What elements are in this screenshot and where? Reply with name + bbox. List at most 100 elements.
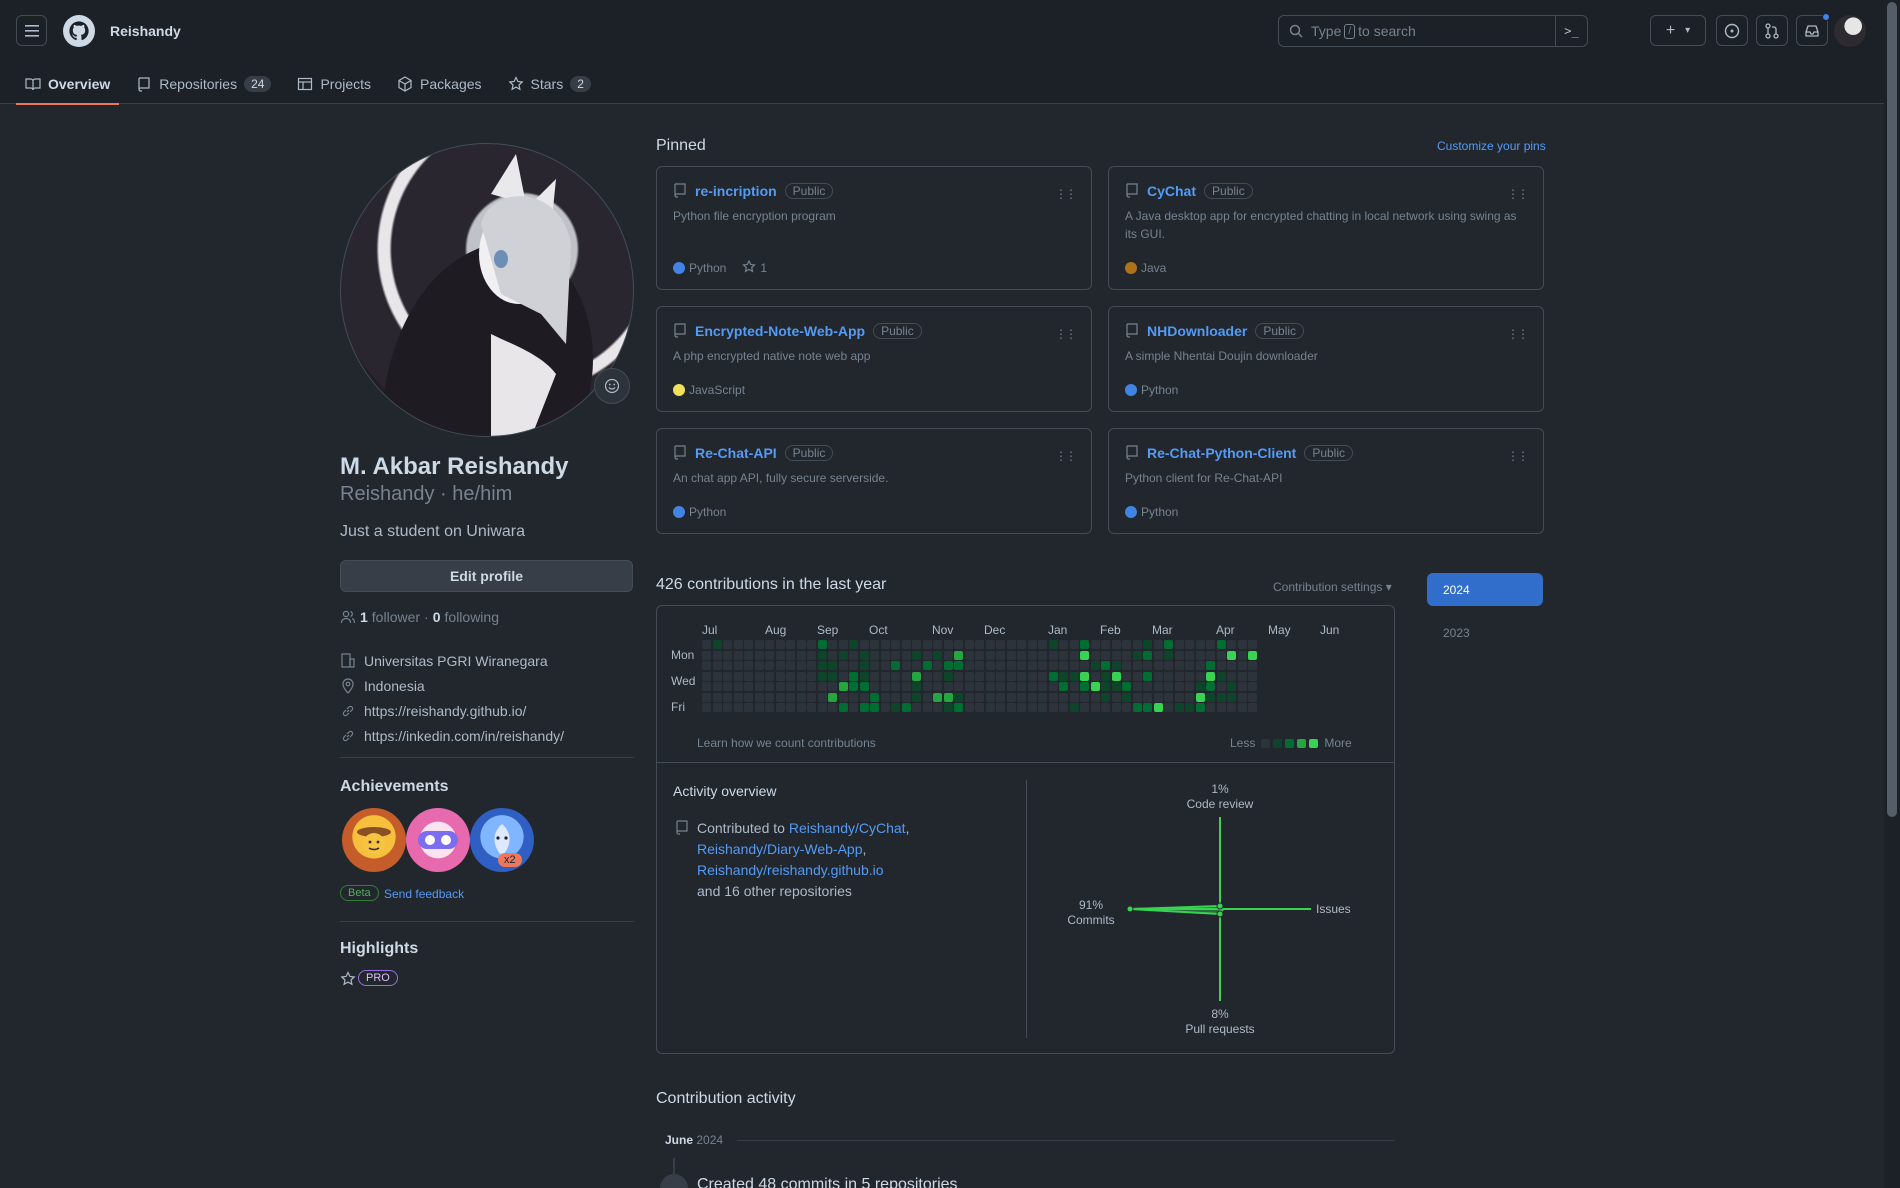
- contribution-day-cell[interactable]: [1195, 703, 1205, 712]
- contribution-day-cell[interactable]: [807, 671, 816, 681]
- contribution-day-cell[interactable]: [775, 650, 785, 660]
- contribution-day-cell[interactable]: [1248, 682, 1257, 691]
- contribution-day-cell[interactable]: [880, 692, 890, 702]
- contribution-day-cell[interactable]: [1038, 703, 1047, 712]
- contribution-day-cell[interactable]: [996, 703, 1005, 712]
- issues-button[interactable]: [1716, 15, 1748, 46]
- contribution-day-cell[interactable]: [1069, 671, 1079, 681]
- contribution-day-cell[interactable]: [943, 661, 953, 670]
- contribution-day-cell[interactable]: [807, 703, 816, 712]
- github-logo-icon[interactable]: [63, 15, 95, 47]
- contribution-day-cell[interactable]: [901, 703, 911, 712]
- set-status-button[interactable]: [594, 368, 630, 404]
- contribution-day-cell[interactable]: [775, 682, 785, 691]
- context-username[interactable]: Reishandy: [110, 23, 181, 39]
- contribution-day-cell[interactable]: [1206, 661, 1215, 670]
- contribution-day-cell[interactable]: [817, 640, 827, 649]
- contribution-day-cell[interactable]: [1059, 661, 1068, 670]
- command-palette-icon[interactable]: >_: [1555, 15, 1587, 47]
- contribution-day-cell[interactable]: [796, 692, 806, 702]
- contribution-day-cell[interactable]: [933, 671, 942, 681]
- contribution-day-cell[interactable]: [786, 671, 795, 681]
- contribution-day-cell[interactable]: [1185, 692, 1194, 702]
- contribution-day-cell[interactable]: [786, 640, 795, 649]
- contribution-day-cell[interactable]: [1237, 650, 1247, 660]
- contribution-day-cell[interactable]: [828, 682, 837, 691]
- contribution-day-cell[interactable]: [1017, 640, 1026, 649]
- contribution-day-cell[interactable]: [1237, 692, 1247, 702]
- contribution-day-cell[interactable]: [712, 703, 722, 712]
- contribution-day-cell[interactable]: [1027, 692, 1037, 702]
- contribution-day-cell[interactable]: [1164, 671, 1173, 681]
- contribution-day-cell[interactable]: [891, 692, 900, 702]
- contribution-day-cell[interactable]: [912, 640, 921, 649]
- contribution-day-cell[interactable]: [765, 692, 774, 702]
- tab-repositories[interactable]: Repositories 24: [127, 64, 280, 104]
- drag-handle-icon[interactable]: ⋮⋮: [1507, 449, 1529, 463]
- contribution-day-cell[interactable]: [1132, 671, 1142, 681]
- contribution-day-cell[interactable]: [1185, 703, 1194, 712]
- contribution-day-cell[interactable]: [849, 671, 858, 681]
- contribution-day-cell[interactable]: [1101, 671, 1110, 681]
- contribution-day-cell[interactable]: [1090, 640, 1100, 649]
- contribution-day-cell[interactable]: [1038, 661, 1047, 670]
- contribution-day-cell[interactable]: [1038, 682, 1047, 691]
- contribution-day-cell[interactable]: [1111, 650, 1121, 660]
- repo-name-link[interactable]: CyChat: [1147, 183, 1196, 199]
- tab-stars[interactable]: Stars 2: [499, 64, 600, 104]
- contribution-day-cell[interactable]: [870, 650, 879, 660]
- contribution-day-cell[interactable]: [723, 703, 732, 712]
- contribution-day-cell[interactable]: [723, 661, 732, 670]
- contribution-day-cell[interactable]: [1227, 682, 1236, 691]
- contribution-day-cell[interactable]: [870, 682, 879, 691]
- contribution-day-cell[interactable]: [1006, 650, 1016, 660]
- contribution-day-cell[interactable]: [723, 640, 732, 649]
- contribution-day-cell[interactable]: [744, 671, 753, 681]
- contribution-day-cell[interactable]: [1216, 703, 1226, 712]
- contribution-day-cell[interactable]: [828, 692, 837, 702]
- contribution-day-cell[interactable]: [975, 682, 984, 691]
- contribution-day-cell[interactable]: [1164, 692, 1173, 702]
- contribution-day-cell[interactable]: [1122, 703, 1131, 712]
- contribution-day-cell[interactable]: [1153, 671, 1163, 681]
- contribution-day-cell[interactable]: [901, 661, 911, 670]
- contribution-day-cell[interactable]: [1206, 671, 1215, 681]
- contribution-day-cell[interactable]: [1248, 650, 1257, 660]
- following-count[interactable]: 0: [433, 609, 441, 625]
- contribution-day-cell[interactable]: [1143, 640, 1152, 649]
- contribution-day-cell[interactable]: [723, 671, 732, 681]
- drag-handle-icon[interactable]: ⋮⋮: [1507, 187, 1529, 201]
- contribution-day-cell[interactable]: [1006, 703, 1016, 712]
- contribution-day-cell[interactable]: [807, 682, 816, 691]
- contribution-day-cell[interactable]: [1195, 640, 1205, 649]
- repo-name-link[interactable]: NHDownloader: [1147, 323, 1247, 339]
- contribution-day-cell[interactable]: [1048, 682, 1058, 691]
- contribution-day-cell[interactable]: [1038, 650, 1047, 660]
- contribution-day-cell[interactable]: [1090, 703, 1100, 712]
- followers-count[interactable]: 1: [360, 609, 368, 625]
- contribution-day-cell[interactable]: [943, 671, 953, 681]
- year-button-2023[interactable]: 2023: [1443, 626, 1470, 640]
- contribution-day-cell[interactable]: [891, 650, 900, 660]
- contribution-day-cell[interactable]: [1048, 640, 1058, 649]
- contribution-day-cell[interactable]: [1237, 671, 1247, 681]
- contribution-day-cell[interactable]: [996, 661, 1005, 670]
- contribution-day-cell[interactable]: [1111, 703, 1121, 712]
- contribution-day-cell[interactable]: [1122, 661, 1131, 670]
- contribution-day-cell[interactable]: [765, 661, 774, 670]
- contribution-day-cell[interactable]: [1132, 640, 1142, 649]
- contribution-day-cell[interactable]: [775, 671, 785, 681]
- contribution-day-cell[interactable]: [1017, 692, 1026, 702]
- contribution-day-cell[interactable]: [922, 671, 932, 681]
- contribution-day-cell[interactable]: [702, 682, 711, 691]
- contribution-day-cell[interactable]: [1080, 640, 1089, 649]
- contribution-day-cell[interactable]: [954, 650, 963, 660]
- achievement-badge-quickdraw[interactable]: [342, 808, 406, 872]
- contribution-day-cell[interactable]: [912, 692, 921, 702]
- contribution-day-cell[interactable]: [1185, 640, 1194, 649]
- contribution-day-cell[interactable]: [754, 703, 764, 712]
- contribution-day-cell[interactable]: [964, 671, 974, 681]
- contribution-day-cell[interactable]: [1185, 682, 1194, 691]
- contribution-day-cell[interactable]: [1164, 650, 1173, 660]
- contribution-day-cell[interactable]: [1174, 640, 1184, 649]
